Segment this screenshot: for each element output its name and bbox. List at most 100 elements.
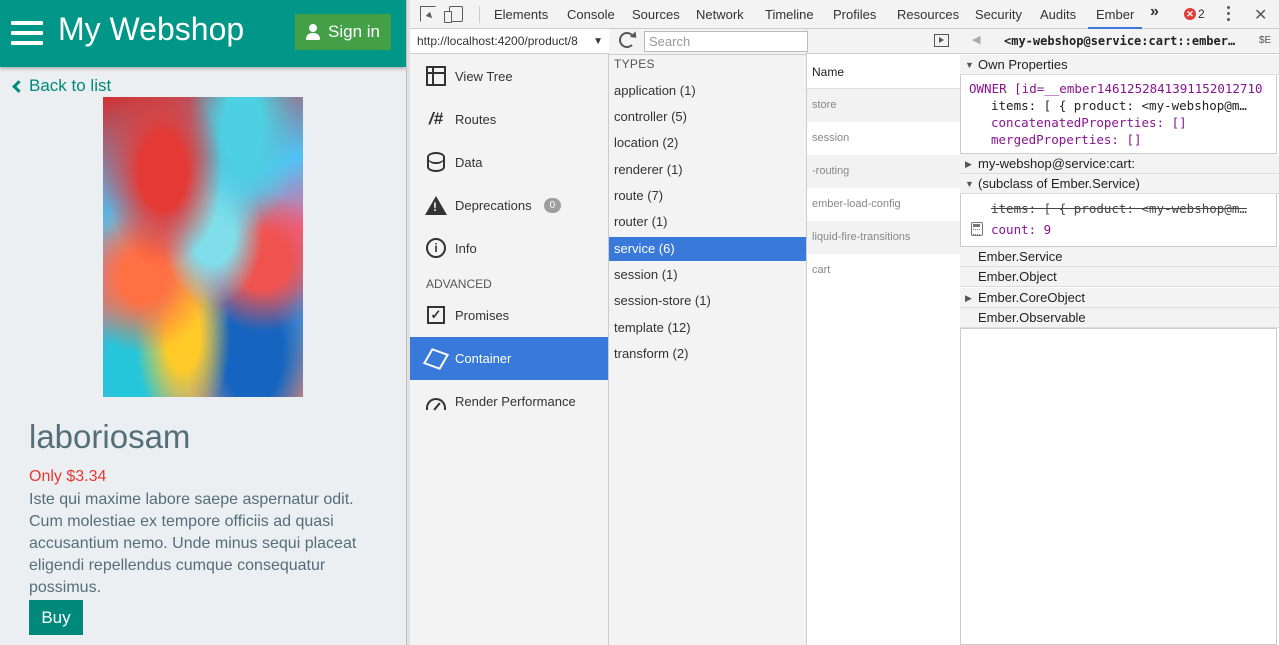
- type-item[interactable]: session-store (1): [609, 289, 806, 313]
- types-heading: TYPES: [614, 57, 655, 71]
- nav-item-label: View Tree: [455, 68, 513, 84]
- inspect-element-icon[interactable]: [420, 6, 436, 22]
- product-image: [103, 97, 303, 397]
- sign-in-button[interactable]: Sign in: [295, 14, 391, 50]
- instance-row[interactable]: session: [807, 122, 960, 155]
- nav-item-label: Render Performance: [455, 393, 576, 409]
- deprecations-count-badge: 0: [543, 197, 562, 213]
- section-ember-service[interactable]: Ember.Service: [960, 247, 1279, 267]
- types-list: TYPES application (1) controller (5) loc…: [609, 29, 807, 645]
- section-ember-coreobject[interactable]: ▶ Ember.CoreObject: [960, 288, 1279, 308]
- type-item[interactable]: route (7): [609, 184, 806, 208]
- nav-item-label: Data: [455, 154, 483, 170]
- section-label: my-webshop@service:cart:: [978, 156, 1135, 171]
- section-subclass-service[interactable]: ▼ (subclass of Ember.Service): [960, 174, 1279, 194]
- tab-console[interactable]: Console: [567, 0, 615, 29]
- back-icon[interactable]: ◀: [972, 33, 980, 46]
- tab-sources[interactable]: Sources: [632, 0, 680, 29]
- nav-item-label: Promises: [455, 307, 510, 323]
- nav-item-label: Info: [455, 240, 477, 256]
- warning-icon: [425, 195, 447, 215]
- nav-item-deprecations[interactable]: Deprecations 0: [410, 184, 608, 226]
- tab-elements[interactable]: Elements: [494, 0, 548, 29]
- tab-timeline[interactable]: Timeline: [765, 0, 814, 29]
- devtools-panel: Elements Console Sources Network Timelin…: [410, 0, 1279, 645]
- type-item[interactable]: template (12): [609, 316, 806, 340]
- section-label: Ember.CoreObject: [978, 290, 1085, 305]
- section-ember-observable[interactable]: Ember.Observable: [960, 308, 1279, 328]
- type-item[interactable]: location (2): [609, 131, 806, 155]
- section-own-properties[interactable]: ▼ Own Properties: [960, 55, 1279, 75]
- tab-network[interactable]: Network: [696, 0, 744, 29]
- error-count-badge[interactable]: ✕ 2: [1184, 7, 1205, 21]
- url-selector[interactable]: http://localhost:4200/product/8 ▼: [410, 29, 609, 54]
- close-devtools-icon[interactable]: ✕: [1254, 5, 1267, 25]
- concatenated-properties: concatenatedProperties: []: [991, 115, 1187, 130]
- type-item[interactable]: session (1): [609, 263, 806, 287]
- instance-row[interactable]: store: [807, 89, 960, 122]
- info-icon: i: [426, 238, 446, 258]
- type-item[interactable]: renderer (1): [609, 158, 806, 182]
- type-item[interactable]: application (1): [609, 79, 806, 103]
- property-value: count: 9: [991, 222, 1052, 237]
- product-price: Only $3.34: [29, 468, 107, 485]
- nav-item-data[interactable]: Data: [410, 141, 608, 183]
- own-properties-body: OWNER [id=__ember1461252841391152012710 …: [960, 75, 1277, 154]
- instances-list: Name store session -routing ember-load-c…: [807, 29, 961, 645]
- buy-button[interactable]: Buy: [29, 600, 83, 635]
- nav-item-render-performance[interactable]: Render Performance: [410, 380, 608, 422]
- type-item[interactable]: router (1): [609, 210, 806, 234]
- routes-icon: /#: [428, 109, 444, 128]
- nav-item-label: Container: [455, 351, 512, 366]
- items-property-overridden: items: [ { product: <my-webshop@m…: [991, 200, 1273, 217]
- instance-row[interactable]: cart: [807, 254, 960, 287]
- toolbar-separator: [479, 6, 480, 23]
- error-count: 2: [1198, 7, 1205, 21]
- send-to-console-button[interactable]: $E: [1259, 35, 1271, 46]
- nav-item-info[interactable]: i Info: [410, 227, 608, 269]
- nav-item-view-tree[interactable]: View Tree: [410, 55, 608, 97]
- toggle-inspector-icon[interactable]: [934, 34, 949, 47]
- section-cart[interactable]: ▶ my-webshop@service:cart:: [960, 154, 1279, 174]
- expanded-triangle-icon: ▼: [965, 179, 974, 189]
- section-ember-object[interactable]: Ember.Object: [960, 267, 1279, 287]
- tab-profiles[interactable]: Profiles: [833, 0, 876, 29]
- data-icon: [427, 152, 445, 172]
- type-item[interactable]: controller (5): [609, 105, 806, 129]
- section-label: Ember.Service: [978, 249, 1063, 264]
- items-property[interactable]: items: [ { product: <my-webshop@m…: [991, 97, 1273, 114]
- chevron-left-icon: [12, 79, 25, 93]
- devtools-toolbar: Elements Console Sources Network Timelin…: [410, 0, 1279, 29]
- instance-row[interactable]: ember-load-config: [807, 188, 960, 221]
- type-item[interactable]: transform (2): [609, 342, 806, 366]
- view-tree-icon: [426, 66, 446, 86]
- dropdown-caret-icon: ▼: [593, 36, 603, 47]
- section-label: Ember.Observable: [978, 310, 1086, 325]
- instance-row[interactable]: liquid-fire-transitions: [807, 221, 960, 254]
- user-icon: [306, 24, 320, 40]
- nav-item-promises[interactable]: ✓ Promises: [410, 294, 608, 336]
- section-label: Ember.Object: [978, 269, 1057, 284]
- tab-ember[interactable]: Ember: [1088, 0, 1143, 29]
- more-tabs-icon[interactable]: »: [1150, 3, 1159, 21]
- more-options-icon[interactable]: [1227, 6, 1231, 22]
- collapsed-triangle-icon: ▶: [965, 293, 972, 303]
- product-name: laboriosam: [29, 418, 191, 455]
- search-input[interactable]: [644, 31, 808, 52]
- back-to-list-link[interactable]: Back to list: [12, 76, 111, 96]
- type-item-selected[interactable]: service (6): [609, 237, 806, 261]
- promises-icon: ✓: [427, 306, 445, 324]
- expanded-triangle-icon: ▼: [965, 60, 974, 70]
- device-mode-icon[interactable]: [444, 6, 463, 23]
- count-property[interactable]: count: 9: [991, 221, 1273, 238]
- tab-security[interactable]: Security: [975, 0, 1022, 29]
- app-header: My Webshop Sign in: [0, 0, 406, 67]
- nav-item-container[interactable]: Container: [410, 337, 608, 380]
- menu-icon[interactable]: [11, 21, 43, 45]
- refresh-icon[interactable]: [619, 32, 635, 48]
- tab-audits[interactable]: Audits: [1040, 0, 1076, 29]
- nav-item-routes[interactable]: /# Routes: [410, 98, 608, 140]
- section-label: Own Properties: [978, 57, 1068, 72]
- tab-resources[interactable]: Resources: [897, 0, 959, 29]
- instance-row[interactable]: -routing: [807, 155, 960, 188]
